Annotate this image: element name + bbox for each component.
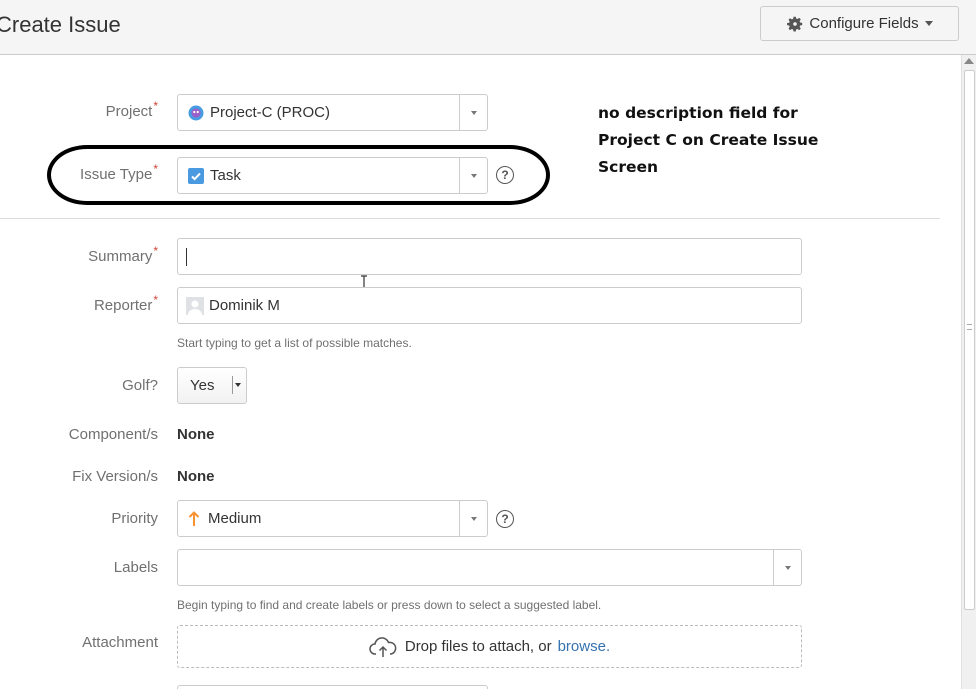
- components-value: None: [177, 426, 215, 443]
- annotation-note: no description field for Project C on Cr…: [598, 104, 819, 176]
- chevron-down-icon[interactable]: [459, 501, 487, 536]
- priority-value: Medium: [208, 510, 262, 527]
- fix-versions-value: None: [177, 468, 215, 485]
- required-marker: *: [153, 293, 158, 307]
- chevron-down-icon[interactable]: [773, 550, 801, 585]
- required-marker: *: [153, 162, 158, 176]
- summary-label: Summary*: [88, 244, 158, 265]
- task-checkbox-icon: [188, 167, 204, 184]
- project-value: Project-C (PROC): [210, 104, 331, 121]
- project-avatar-icon: [188, 105, 204, 120]
- arrow-up-icon: [188, 510, 200, 526]
- issue-type-select[interactable]: Task: [177, 157, 488, 194]
- chevron-down-icon[interactable]: [459, 158, 487, 193]
- project-select[interactable]: Project-C (PROC): [177, 94, 488, 131]
- required-marker: *: [153, 99, 158, 113]
- dialog-title: Create Issue: [0, 12, 121, 37]
- browse-link[interactable]: browse.: [558, 638, 611, 655]
- golf-value: Yes: [190, 377, 215, 394]
- grip-icon: [967, 324, 972, 330]
- dialog-header: Create Issue Configure Fields: [0, 0, 976, 55]
- scrollbar-thumb[interactable]: [964, 70, 975, 610]
- golf-label: Golf?: [122, 377, 158, 394]
- priority-select[interactable]: Medium: [177, 500, 488, 537]
- issue-type-label: Issue Type*: [80, 162, 158, 183]
- reporter-input[interactable]: Dominik M: [177, 287, 802, 324]
- section-divider: [0, 218, 940, 219]
- scrollbar[interactable]: [961, 55, 976, 689]
- help-icon[interactable]: ?: [496, 166, 514, 184]
- configure-fields-label: Configure Fields: [809, 15, 919, 32]
- required-marker: *: [153, 244, 158, 258]
- help-icon[interactable]: ?: [496, 510, 514, 528]
- attachment-label: Attachment: [82, 634, 158, 651]
- configure-fields-button[interactable]: Configure Fields: [760, 6, 959, 41]
- drop-text: Drop files to attach, or: [404, 638, 552, 655]
- golf-select[interactable]: Yes: [177, 367, 247, 404]
- labels-input[interactable]: [177, 549, 802, 586]
- reporter-label: Reporter*: [93, 293, 158, 314]
- cloud-upload-icon: [369, 636, 397, 657]
- reporter-value: Dominik M: [209, 297, 280, 314]
- gear-icon: [787, 16, 803, 32]
- text-caret: [186, 247, 187, 266]
- attachment-dropzone[interactable]: Drop files to attach, or browse.: [177, 625, 802, 668]
- next-field-partial[interactable]: [177, 685, 488, 689]
- chevron-down-icon: [924, 21, 933, 26]
- avatar: [186, 296, 204, 315]
- reporter-hint: Start typing to get a list of possible m…: [177, 336, 412, 350]
- labels-hint: Begin typing to find and create labels o…: [177, 598, 602, 612]
- chevron-down-icon: [232, 376, 242, 394]
- issue-type-value: Task: [210, 167, 241, 184]
- labels-label: Labels: [113, 559, 158, 576]
- project-label: Project*: [105, 99, 158, 120]
- scroll-up-icon[interactable]: [964, 58, 974, 64]
- components-label: Component/s: [68, 426, 158, 443]
- priority-label: Priority: [111, 510, 158, 527]
- fix-versions-label: Fix Version/s: [72, 468, 158, 485]
- chevron-down-icon[interactable]: [459, 95, 487, 130]
- summary-input[interactable]: [177, 238, 802, 275]
